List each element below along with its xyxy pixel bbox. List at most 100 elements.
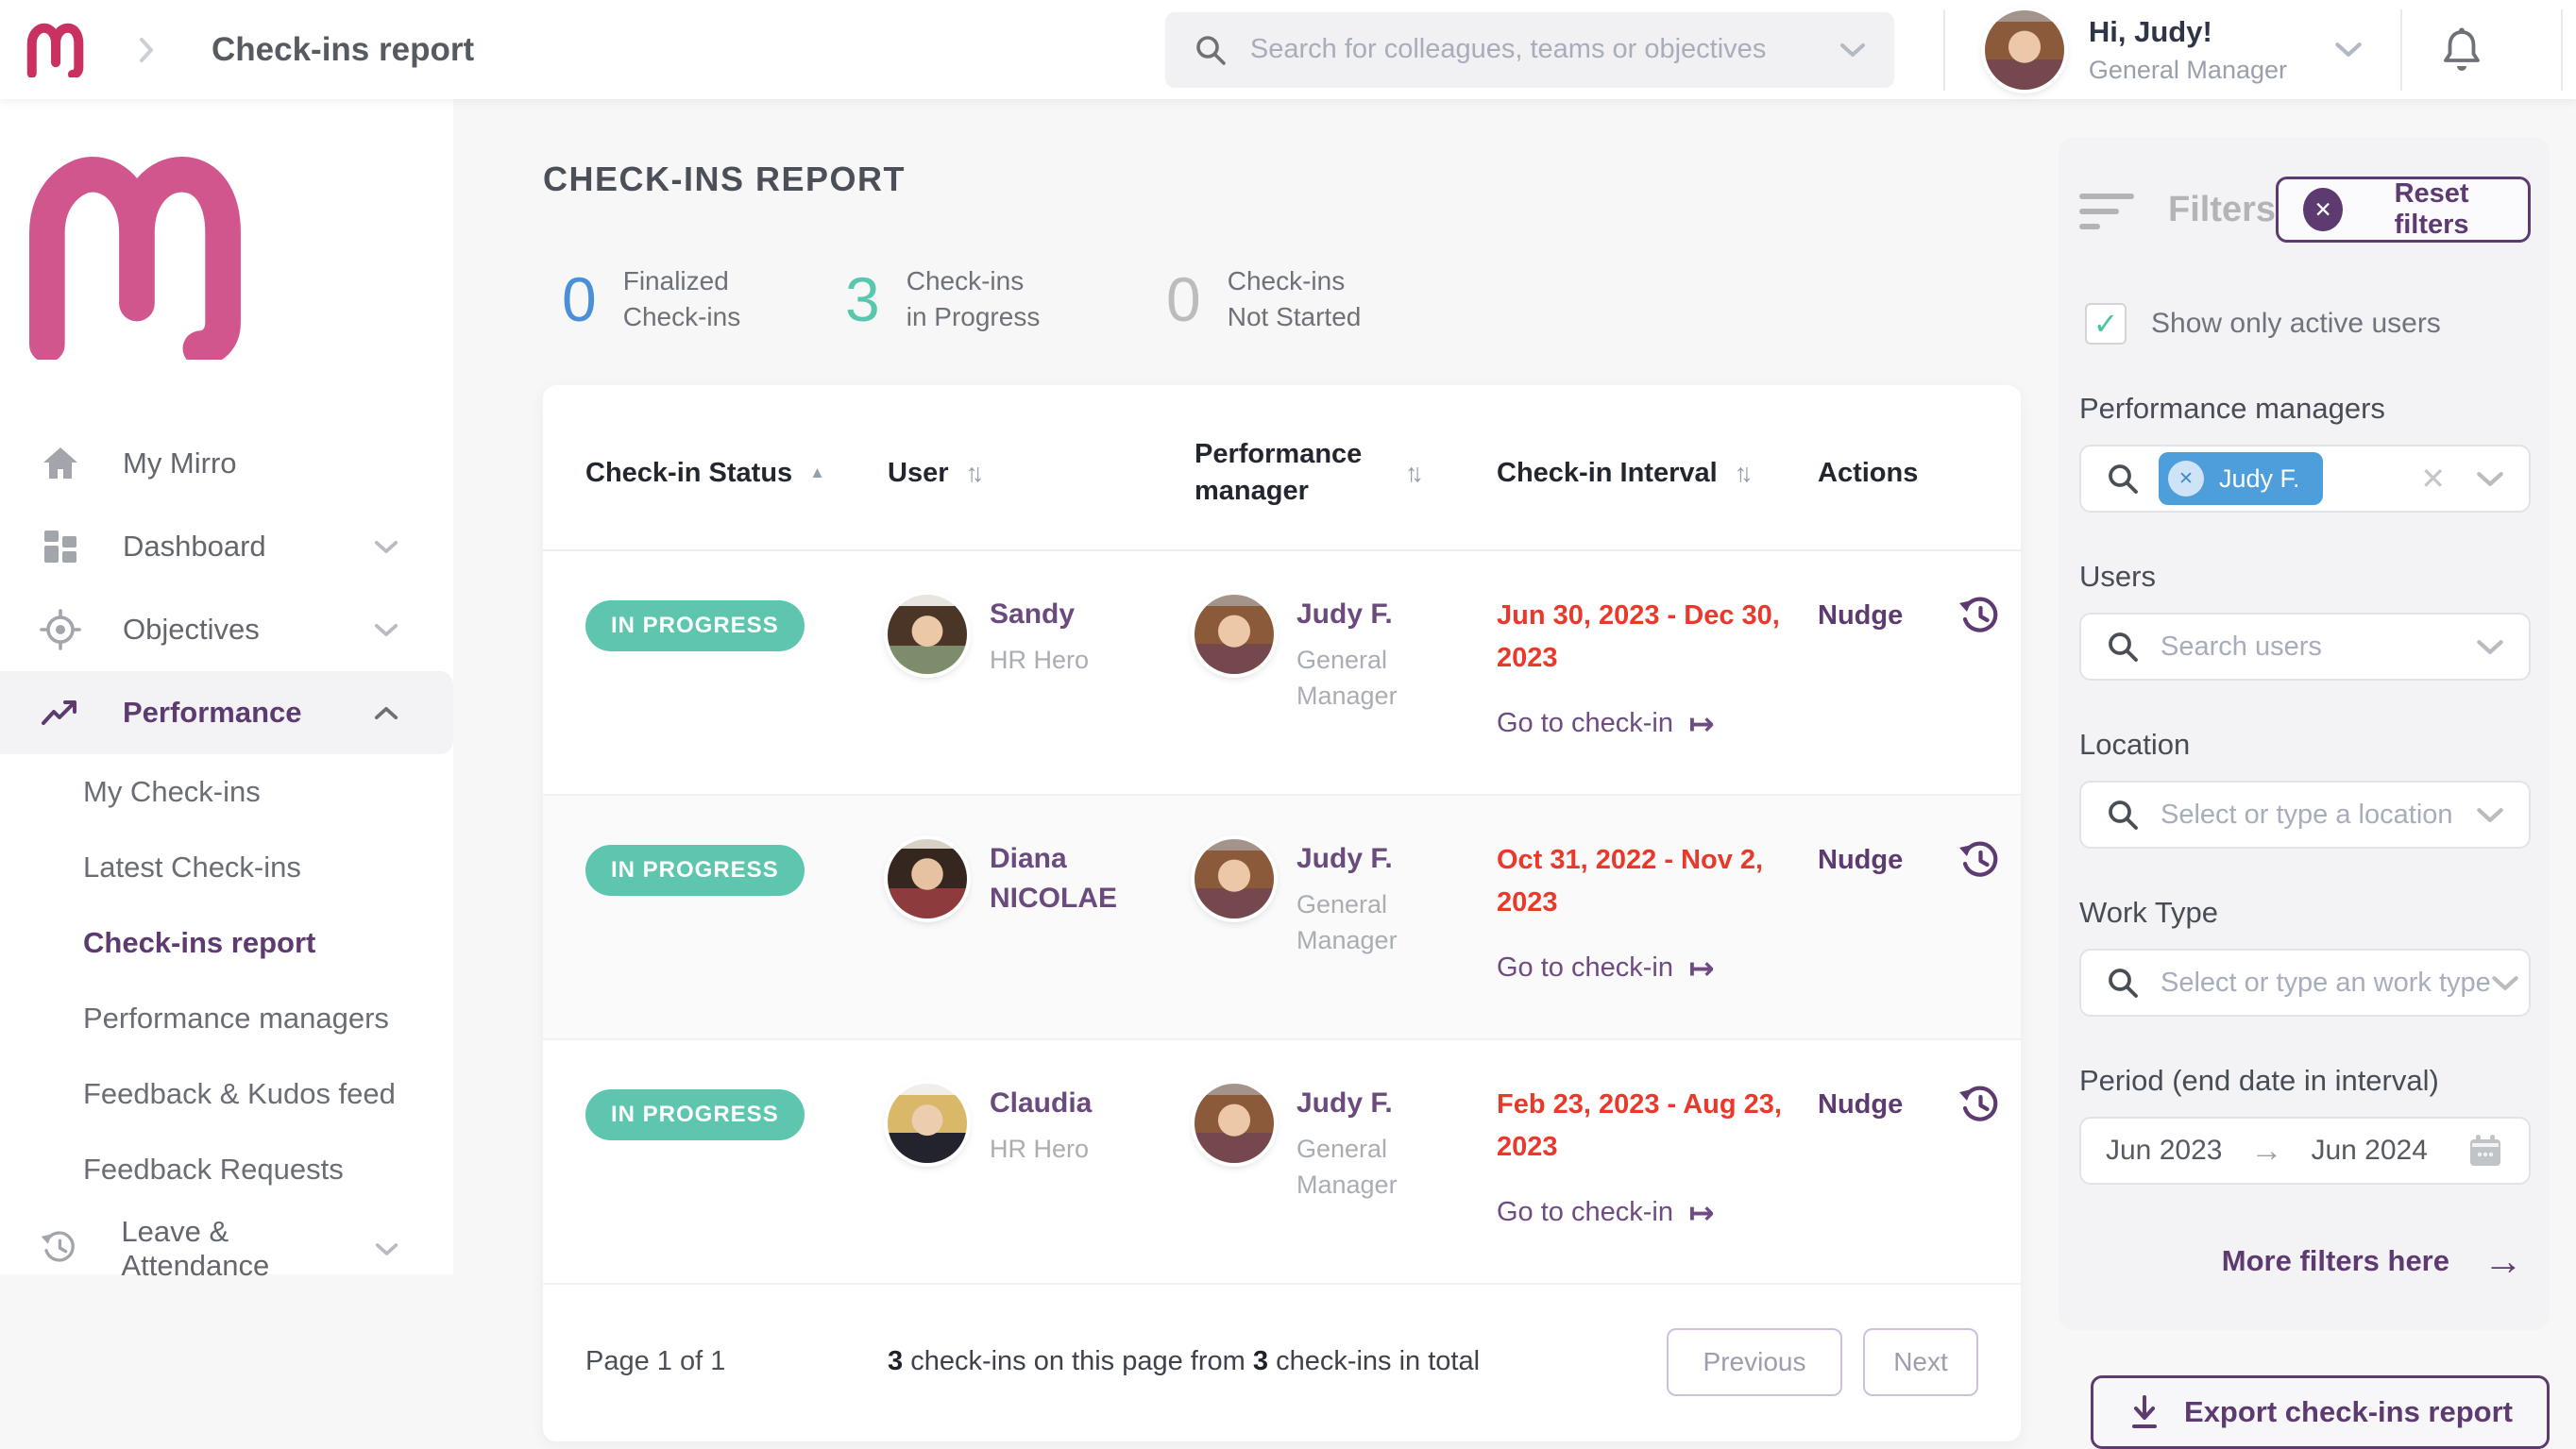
sidebar-subitem-feedback-kudos-feed[interactable]: Feedback & Kudos feed xyxy=(0,1056,453,1132)
sidebar-item-my-mirro[interactable]: My Mirro xyxy=(0,422,453,505)
work-type-label: Work Type xyxy=(2079,896,2531,930)
manager-name[interactable]: Judy F. xyxy=(1296,839,1452,879)
search-icon xyxy=(2106,966,2140,1000)
manager-role: General Manager xyxy=(1296,643,1452,715)
chevron-down-icon[interactable] xyxy=(2476,639,2504,655)
sidebar-subitem-performance-managers[interactable]: Performance managers xyxy=(0,981,453,1056)
checkbox-checked[interactable]: ✓ xyxy=(2085,303,2127,345)
history-icon[interactable] xyxy=(1957,595,2003,640)
history-icon[interactable] xyxy=(1957,839,2003,885)
period-to-value[interactable]: Jun 2024 xyxy=(2311,1135,2427,1167)
next-page-button[interactable]: Next xyxy=(1863,1328,1978,1396)
sidebar-subitem-label: Latest Check-ins xyxy=(83,851,301,885)
go-to-checkin-link[interactable]: Go to check-in ↦ xyxy=(1497,1197,1715,1228)
go-to-checkin-link[interactable]: Go to check-in ↦ xyxy=(1497,952,1715,984)
manager-name[interactable]: Judy F. xyxy=(1296,595,1452,634)
stat-finalized: 0 Finalized Check-ins xyxy=(562,263,845,334)
previous-page-button[interactable]: Previous xyxy=(1667,1328,1842,1396)
download-icon xyxy=(2127,1393,2161,1431)
sort-icon[interactable]: ↑↓ xyxy=(966,459,986,488)
sort-ascending-icon[interactable]: ▲ xyxy=(809,463,825,482)
user-avatar[interactable] xyxy=(888,1084,967,1163)
manager-role: General Manager xyxy=(1296,887,1452,959)
sort-icon[interactable]: ↑↓ xyxy=(1735,459,1754,488)
column-header-manager[interactable]: Performance manager ↑↓ xyxy=(1195,436,1497,510)
sidebar-subitem-label: My Check-ins xyxy=(83,775,261,809)
column-header-status[interactable]: Check-in Status ▲ xyxy=(585,458,888,489)
chevron-down-icon[interactable] xyxy=(2476,807,2504,823)
user-avatar[interactable] xyxy=(888,839,967,918)
user-name[interactable]: Claudia xyxy=(990,1084,1092,1123)
user-menu[interactable]: Hi, Judy! General Manager xyxy=(1985,10,2363,90)
manager-avatar[interactable] xyxy=(1195,595,1274,674)
target-icon xyxy=(38,607,83,652)
mirro-logo-icon[interactable] xyxy=(25,23,85,77)
stat-label-line: Check-ins xyxy=(907,263,1041,299)
stat-in-progress: 3 Check-ins in Progress xyxy=(845,263,1166,334)
sidebar-subitem-feedback-requests[interactable]: Feedback Requests xyxy=(0,1132,453,1207)
manager-role: General Manager xyxy=(1296,1132,1452,1204)
user-avatar[interactable] xyxy=(1985,10,2064,90)
period-range-input[interactable]: Jun 2023 → Jun 2024 xyxy=(2079,1117,2531,1185)
sidebar-item-dashboard[interactable]: Dashboard xyxy=(0,505,453,588)
table-row: IN PROGRESS Diana NICOLAE Judy F. Genera… xyxy=(543,796,2021,1040)
chevron-down-icon[interactable] xyxy=(2334,42,2363,58)
work-type-select[interactable]: Select or type an work type xyxy=(2079,949,2531,1017)
nudge-button[interactable]: Nudge xyxy=(1818,1089,1903,1120)
divider xyxy=(1943,9,1945,91)
checkin-interval: Oct 31, 2022 - Nov 2, 2023 xyxy=(1497,839,1785,924)
sidebar-subitem-my-check-ins[interactable]: My Check-ins xyxy=(0,754,453,830)
go-to-checkin-link[interactable]: Go to check-in ↦ xyxy=(1497,708,1715,739)
global-search-input[interactable]: Search for colleagues, teams or objectiv… xyxy=(1165,12,1894,88)
chevron-down-icon[interactable] xyxy=(1839,42,1866,58)
users-select[interactable]: Search users xyxy=(2079,613,2531,681)
export-checkins-report-button[interactable]: Export check-ins report xyxy=(2091,1375,2550,1449)
manager-avatar[interactable] xyxy=(1195,1084,1274,1163)
chevron-down-icon[interactable] xyxy=(2491,975,2519,991)
manager-name[interactable]: Judy F. xyxy=(1296,1084,1452,1123)
user-name[interactable]: Sandy xyxy=(990,595,1089,634)
reset-filters-button[interactable]: ✕ Reset filters xyxy=(2276,177,2531,243)
more-filters-link[interactable]: More filters here → xyxy=(2079,1241,2531,1281)
nudge-button[interactable]: Nudge xyxy=(1818,600,1903,632)
sidebar-item-label: Objectives xyxy=(123,613,260,647)
mirro-logo-large-icon[interactable] xyxy=(21,154,246,360)
sidebar-subitem-check-ins-report[interactable]: Check-ins report xyxy=(0,905,453,981)
chevron-down-icon[interactable] xyxy=(2476,471,2504,487)
sidebar-item-leave-attendance[interactable]: Leave & Attendance xyxy=(0,1207,453,1290)
chevron-down-icon xyxy=(374,623,398,637)
results-summary: 3 check-ins on this page from 3 check-in… xyxy=(888,1346,1667,1377)
sidebar-subitem-label: Check-ins report xyxy=(83,926,315,960)
home-icon xyxy=(38,441,83,486)
calendar-icon[interactable] xyxy=(2466,1132,2504,1170)
history-icon[interactable] xyxy=(1957,1084,2003,1129)
arrow-from-bar-icon: ↦ xyxy=(1688,1197,1715,1228)
location-placeholder: Select or type a location xyxy=(2161,800,2453,831)
status-badge: IN PROGRESS xyxy=(585,845,805,896)
nudge-button[interactable]: Nudge xyxy=(1818,845,1903,876)
column-header-actions: Actions xyxy=(1818,458,2021,489)
user-avatar[interactable] xyxy=(888,595,967,674)
location-select[interactable]: Select or type a location xyxy=(2079,781,2531,849)
page-heading: CHECK-INS REPORT xyxy=(543,160,2021,199)
user-name[interactable]: Diana NICOLAE xyxy=(990,839,1155,918)
performance-managers-select[interactable]: ✕ Judy F. ✕ xyxy=(2079,445,2531,513)
clear-selection-icon[interactable]: ✕ xyxy=(2420,461,2446,497)
sidebar-item-performance[interactable]: Performance xyxy=(0,671,453,754)
sidebar-subitem-latest-check-ins[interactable]: Latest Check-ins xyxy=(0,830,453,905)
active-users-checkbox-row[interactable]: ✓ Show only active users xyxy=(2079,303,2531,345)
work-type-placeholder: Select or type an work type xyxy=(2161,968,2491,999)
remove-chip-icon[interactable]: ✕ xyxy=(2168,461,2204,497)
breadcrumb-chevron-icon[interactable] xyxy=(138,36,155,64)
sidebar-item-label: Performance xyxy=(123,696,302,730)
manager-avatar[interactable] xyxy=(1195,839,1274,918)
notifications-bell-icon[interactable] xyxy=(2440,26,2483,74)
chevron-down-icon xyxy=(375,1242,398,1256)
period-from-value[interactable]: Jun 2023 xyxy=(2106,1135,2222,1167)
column-header-interval[interactable]: Check-in Interval ↑↓ xyxy=(1497,458,1818,489)
column-header-user[interactable]: User ↑↓ xyxy=(888,458,1195,489)
sidebar-item-objectives[interactable]: Objectives xyxy=(0,588,453,671)
sort-icon[interactable]: ↑↓ xyxy=(1405,459,1425,488)
status-badge: IN PROGRESS xyxy=(585,1089,805,1140)
stat-value: 0 xyxy=(562,268,597,330)
